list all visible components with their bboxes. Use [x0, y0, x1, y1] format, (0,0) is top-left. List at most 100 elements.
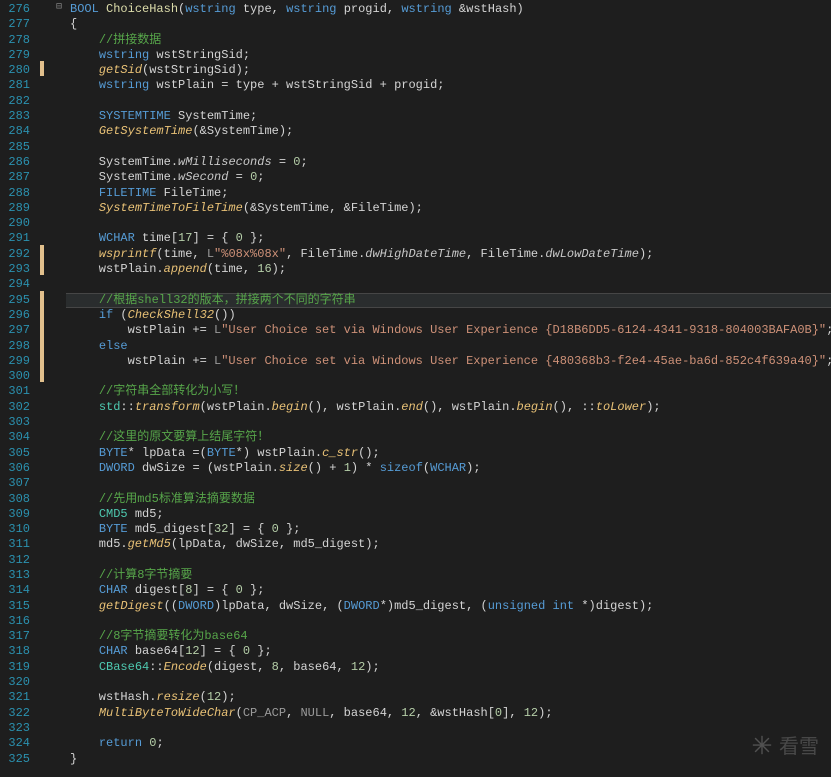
fold-toggle[interactable] [52, 199, 66, 214]
fold-toggle[interactable] [52, 337, 66, 352]
fold-toggle[interactable] [52, 459, 66, 474]
code-line[interactable]: SystemTimeToFileTime(&SystemTime, &FileT… [66, 201, 831, 216]
code-line[interactable]: SystemTime.wSecond = 0; [66, 170, 831, 185]
fold-toggle[interactable] [52, 352, 66, 367]
fold-toggle[interactable] [52, 214, 66, 229]
code-line[interactable]: wsprintf(time, L"%08x%08x", FileTime.dwH… [66, 247, 831, 262]
code-line[interactable] [66, 553, 831, 568]
fold-toggle[interactable] [52, 474, 66, 489]
code-line[interactable]: //字符串全部转化为小写！ [66, 384, 831, 399]
fold-toggle[interactable] [52, 153, 66, 168]
fold-toggle[interactable] [52, 627, 66, 642]
code-line[interactable]: wstring wstPlain = type + wstStringSid +… [66, 78, 831, 93]
code-line[interactable] [66, 140, 831, 155]
fold-toggle[interactable] [52, 184, 66, 199]
fold-toggle[interactable] [52, 490, 66, 505]
fold-toggle[interactable] [52, 551, 66, 566]
fold-toggle[interactable] [52, 642, 66, 657]
code-line[interactable]: SYSTEMTIME SystemTime; [66, 109, 831, 124]
code-line[interactable] [66, 277, 831, 292]
code-area[interactable]: BOOL ChoiceHash(wstring type, wstring pr… [66, 0, 831, 777]
code-line[interactable]: wstHash.resize(12); [66, 690, 831, 705]
code-line[interactable]: md5.getMd5(lpData, dwSize, md5_digest); [66, 537, 831, 552]
code-line[interactable]: CHAR digest[8] = { 0 }; [66, 583, 831, 598]
code-line[interactable] [66, 415, 831, 430]
code-line[interactable]: DWORD dwSize = (wstPlain.size() + 1) * s… [66, 461, 831, 476]
fold-toggle[interactable]: ⊟ [52, 0, 66, 15]
fold-toggle[interactable] [52, 734, 66, 749]
fold-toggle[interactable] [52, 612, 66, 627]
fold-toggle[interactable] [52, 581, 66, 596]
code-line[interactable]: return 0; [66, 736, 831, 751]
code-line[interactable]: //拼接数据 [66, 33, 831, 48]
code-line[interactable] [66, 614, 831, 629]
fold-toggle[interactable] [52, 428, 66, 443]
fold-toggle[interactable] [52, 367, 66, 382]
code-line[interactable]: BYTE* lpData =(BYTE*) wstPlain.c_str(); [66, 446, 831, 461]
code-line[interactable] [66, 476, 831, 491]
code-line[interactable]: CMD5 md5; [66, 507, 831, 522]
code-line[interactable]: FILETIME FileTime; [66, 186, 831, 201]
code-line[interactable]: SystemTime.wMilliseconds = 0; [66, 155, 831, 170]
fold-toggle[interactable] [52, 122, 66, 137]
code-line[interactable]: } [66, 752, 831, 767]
code-line[interactable] [66, 721, 831, 736]
fold-toggle[interactable] [52, 688, 66, 703]
code-line[interactable]: CBase64::Encode(digest, 8, base64, 12); [66, 660, 831, 675]
code-line[interactable] [66, 369, 831, 384]
fold-toggle[interactable] [52, 520, 66, 535]
fold-toggle[interactable] [52, 275, 66, 290]
code-line[interactable]: wstPlain += L"User Choice set via Window… [66, 354, 831, 369]
code-line[interactable]: //计算8字节摘要 [66, 568, 831, 583]
code-line[interactable]: wstring wstStringSid; [66, 48, 831, 63]
code-line[interactable]: CHAR base64[12] = { 0 }; [66, 644, 831, 659]
fold-toggle[interactable] [52, 107, 66, 122]
fold-toggle[interactable] [52, 704, 66, 719]
code-line[interactable]: MultiByteToWideChar(CP_ACP, NULL, base64… [66, 706, 831, 721]
fold-toggle[interactable] [52, 535, 66, 550]
code-line[interactable]: //8字节摘要转化为base64 [66, 629, 831, 644]
fold-toggle[interactable] [52, 505, 66, 520]
fold-toggle[interactable] [52, 597, 66, 612]
code-line[interactable]: std::transform(wstPlain.begin(), wstPlai… [66, 400, 831, 415]
fold-toggle[interactable] [52, 413, 66, 428]
fold-toggle[interactable] [52, 658, 66, 673]
fold-toggle[interactable] [52, 92, 66, 107]
fold-toggle[interactable] [52, 229, 66, 244]
fold-toggle[interactable] [52, 260, 66, 275]
code-editor[interactable]: 2762772782792802812822832842852862872882… [0, 0, 831, 777]
fold-toggle[interactable] [52, 138, 66, 153]
fold-toggle[interactable] [52, 76, 66, 91]
fold-toggle[interactable] [52, 168, 66, 183]
code-line[interactable]: getSid(wstStringSid); [66, 63, 831, 78]
fold-toggle[interactable] [52, 245, 66, 260]
code-line[interactable]: else [66, 339, 831, 354]
code-line[interactable]: { [66, 17, 831, 32]
fold-toggle[interactable] [52, 444, 66, 459]
fold-toggle[interactable] [52, 566, 66, 581]
code-line[interactable]: wstPlain.append(time, 16); [66, 262, 831, 277]
code-line[interactable]: //这里的原文要算上结尾字符！ [66, 430, 831, 445]
fold-toggle[interactable] [52, 31, 66, 46]
code-line[interactable] [66, 675, 831, 690]
code-line[interactable]: //根据shell32的版本，拼接两个不同的字符串 [66, 293, 831, 308]
code-line[interactable]: //先用md5标准算法摘要数据 [66, 492, 831, 507]
fold-toggle[interactable] [52, 382, 66, 397]
code-line[interactable]: if (CheckShell32()) [66, 308, 831, 323]
code-line[interactable]: BYTE md5_digest[32] = { 0 }; [66, 522, 831, 537]
code-line[interactable]: getDigest((DWORD)lpData, dwSize, (DWORD*… [66, 599, 831, 614]
code-line[interactable]: GetSystemTime(&SystemTime); [66, 124, 831, 139]
code-line[interactable]: wstPlain += L"User Choice set via Window… [66, 323, 831, 338]
fold-toggle[interactable] [52, 321, 66, 336]
fold-toggle[interactable] [52, 15, 66, 30]
fold-toggle[interactable] [52, 673, 66, 688]
fold-toggle[interactable] [52, 719, 66, 734]
fold-toggle[interactable] [52, 306, 66, 321]
code-line[interactable]: BOOL ChoiceHash(wstring type, wstring pr… [66, 2, 831, 17]
code-line[interactable]: WCHAR time[17] = { 0 }; [66, 231, 831, 246]
fold-column[interactable]: ⊟ [52, 0, 66, 777]
fold-toggle[interactable] [52, 750, 66, 765]
fold-toggle[interactable] [52, 398, 66, 413]
fold-toggle[interactable] [52, 46, 66, 61]
fold-toggle[interactable] [52, 61, 66, 76]
